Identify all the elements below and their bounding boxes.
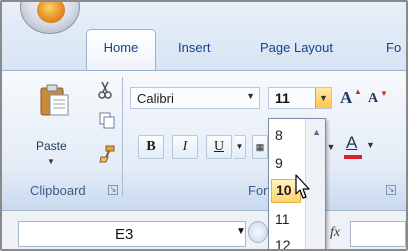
font-size-combo[interactable]: 11 ▼ bbox=[268, 87, 332, 109]
font-size-option[interactable]: 9 bbox=[275, 155, 283, 171]
formula-bar-handle[interactable] bbox=[248, 221, 268, 243]
tab-home[interactable]: Home bbox=[86, 29, 156, 71]
cut-icon[interactable] bbox=[96, 81, 114, 99]
underline-button[interactable]: U bbox=[206, 135, 232, 159]
paste-dropdown-icon[interactable]: ▼ bbox=[47, 157, 55, 166]
font-dialog-launcher[interactable]: ↘ bbox=[386, 185, 396, 195]
shrink-font-button[interactable]: A bbox=[368, 91, 378, 107]
font-size-option[interactable]: 11 bbox=[275, 211, 290, 227]
paste-icon[interactable] bbox=[38, 83, 70, 117]
tab-insert[interactable]: Insert bbox=[178, 40, 211, 55]
font-color-glyph: A bbox=[346, 133, 358, 152]
ribbon-tab-bar: Home Insert Page Layout Fo bbox=[2, 2, 406, 71]
chevron-down-icon[interactable]: ▼ bbox=[246, 91, 255, 101]
scroll-up-icon[interactable]: ▲ bbox=[312, 127, 321, 137]
italic-button[interactable]: I bbox=[172, 135, 198, 159]
formula-input[interactable] bbox=[350, 221, 406, 247]
formula-bar: E3 ▼ fx bbox=[2, 210, 406, 249]
tab-formulas[interactable]: Fo bbox=[386, 40, 401, 55]
font-family-combo[interactable]: Calibri ▼ bbox=[130, 87, 260, 109]
font-size-option[interactable]: 8 bbox=[275, 127, 283, 143]
tab-page-layout[interactable]: Page Layout bbox=[260, 40, 333, 55]
office-button[interactable] bbox=[20, 2, 80, 34]
clipboard-dialog-launcher[interactable]: ↘ bbox=[108, 185, 118, 195]
ribbon-home: Paste ▼ Clipboard ↘ Calibri ▼ 11 ▼ A ▲ A… bbox=[2, 70, 406, 210]
excel-window: Home Insert Page Layout Fo Paste ▼ Clipb… bbox=[0, 0, 408, 251]
paste-button[interactable]: Paste bbox=[36, 139, 67, 153]
format-painter-icon[interactable] bbox=[98, 145, 116, 163]
font-family-value: Calibri bbox=[137, 91, 174, 106]
name-box[interactable]: E3 bbox=[18, 221, 246, 247]
shrink-arrow-icon: ▼ bbox=[380, 89, 388, 98]
name-box-dropdown-icon[interactable]: ▼ bbox=[236, 226, 246, 237]
borders-button[interactable]: ▦ bbox=[252, 135, 268, 159]
copy-icon[interactable] bbox=[98, 111, 116, 129]
bold-button[interactable]: B bbox=[138, 135, 164, 159]
font-color-swatch bbox=[344, 155, 362, 159]
group-separator bbox=[122, 77, 123, 197]
office-logo-icon bbox=[37, 2, 65, 23]
grow-arrow-icon: ▲ bbox=[354, 87, 362, 96]
font-color-button[interactable]: A ▼ bbox=[342, 133, 380, 159]
clipboard-group-label: Clipboard bbox=[30, 183, 86, 198]
mouse-pointer-icon bbox=[295, 174, 310, 199]
insert-function-button[interactable]: fx bbox=[330, 225, 340, 241]
underline-dropdown-icon[interactable]: ▼ bbox=[234, 135, 246, 159]
font-size-value: 11 bbox=[275, 90, 290, 106]
chevron-down-icon[interactable]: ▼ bbox=[366, 140, 375, 150]
font-size-option[interactable]: 12 bbox=[275, 237, 291, 249]
grow-font-button[interactable]: A bbox=[340, 88, 352, 108]
font-size-dropdown-button[interactable]: ▼ bbox=[315, 88, 331, 108]
name-box-value: E3 bbox=[115, 226, 134, 243]
